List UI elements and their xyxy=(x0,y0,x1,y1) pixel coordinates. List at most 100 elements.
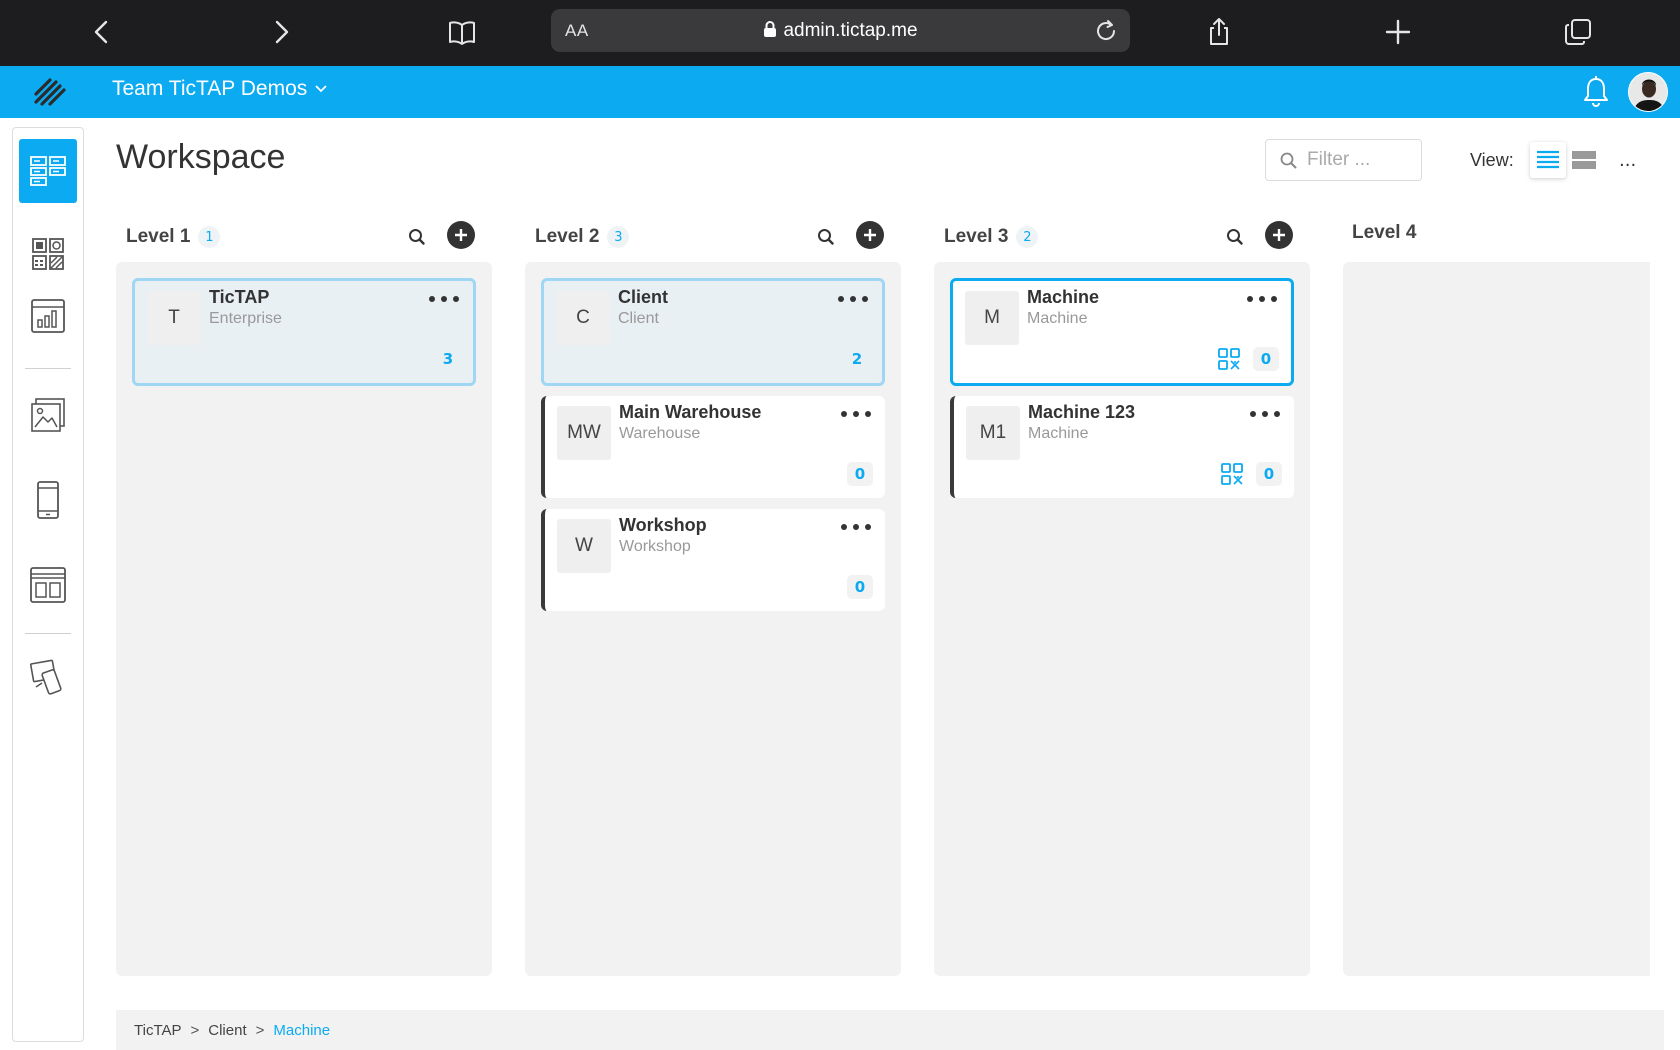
column-header-level-4: Level 4 xyxy=(1352,218,1416,248)
device-icon xyxy=(37,481,59,519)
dot-icon xyxy=(1262,411,1268,417)
user-avatar[interactable] xyxy=(1628,72,1668,112)
column-header-level-1: Level 1 1 xyxy=(126,222,221,252)
column-title: Level 1 xyxy=(126,226,191,247)
add-level-2-button[interactable] xyxy=(856,221,884,249)
column-search-icon[interactable] xyxy=(815,226,837,248)
column-search-icon[interactable] xyxy=(406,226,428,248)
reload-icon[interactable] xyxy=(1092,17,1120,45)
filter-input[interactable] xyxy=(1307,149,1407,171)
bell-icon[interactable] xyxy=(1580,75,1612,109)
qr-code-icon[interactable] xyxy=(1217,347,1241,371)
app-header: Team TicTAP Demos xyxy=(0,66,1680,118)
column-count-badge: 3 xyxy=(607,226,630,248)
card-avatar: T xyxy=(147,291,201,345)
card-children-count: 0 xyxy=(1256,462,1282,486)
card-avatar: W xyxy=(557,519,611,573)
dot-icon xyxy=(853,524,859,530)
card-children-count: 0 xyxy=(847,575,873,599)
column-header-level-3: Level 3 2 xyxy=(944,222,1039,252)
filter-box[interactable] xyxy=(1265,139,1422,181)
new-tab-button[interactable] xyxy=(1376,10,1420,54)
card-menu-button[interactable] xyxy=(429,289,459,309)
card-children-count: 3 xyxy=(442,350,454,368)
card-name: Machine xyxy=(1027,287,1100,307)
plus-icon xyxy=(455,229,467,241)
media-icon xyxy=(31,398,65,432)
card-type: Machine xyxy=(1028,425,1089,442)
card-type: Enterprise xyxy=(209,310,282,327)
breadcrumb-separator: > xyxy=(190,1021,200,1039)
dot-icon xyxy=(865,411,871,417)
add-level-1-button[interactable] xyxy=(447,221,475,249)
share-button[interactable] xyxy=(1197,10,1241,54)
column-search-icon[interactable] xyxy=(1224,226,1246,248)
dot-icon xyxy=(841,411,847,417)
breadcrumb-current: Machine xyxy=(273,1021,331,1039)
card-machine-123[interactable]: M1 Machine 123 Machine 0 xyxy=(950,396,1294,498)
sidebar-item-devices[interactable] xyxy=(19,468,77,532)
chevron-down-icon xyxy=(315,85,327,93)
card-type: Machine xyxy=(1027,310,1088,327)
plus-icon xyxy=(864,229,876,241)
column-title: Level 3 xyxy=(944,226,1009,247)
sidebar-item-layouts[interactable] xyxy=(19,553,77,617)
breadcrumb-item[interactable]: TicTAP xyxy=(134,1022,182,1039)
column-header-level-2: Level 2 3 xyxy=(535,222,630,252)
card-menu-button[interactable] xyxy=(1250,404,1280,424)
card-tictap[interactable]: T TicTAP Enterprise 3 xyxy=(132,278,476,386)
qr-code-icon[interactable] xyxy=(1220,462,1244,486)
dot-icon xyxy=(1274,411,1280,417)
column-level-2: C Client Client 2 MW Main Warehouse Ware… xyxy=(525,262,901,976)
back-button[interactable] xyxy=(80,10,124,54)
dot-icon xyxy=(1259,296,1265,302)
card-workshop[interactable]: W Workshop Workshop 0 xyxy=(541,509,885,611)
view-label: View: xyxy=(1470,150,1514,170)
sidebar-item-analytics[interactable] xyxy=(19,284,77,348)
more-options-button[interactable]: ... xyxy=(1619,150,1636,171)
forward-button[interactable] xyxy=(259,10,303,54)
sidebar xyxy=(12,127,84,1042)
tictap-logo-icon[interactable] xyxy=(30,72,70,112)
sidebar-item-connected-devices[interactable] xyxy=(19,645,77,709)
sidebar-divider xyxy=(25,368,71,369)
tabs-overview-button[interactable] xyxy=(1556,10,1600,54)
rows-view-icon xyxy=(1572,151,1596,169)
column-title: Level 4 xyxy=(1352,222,1417,243)
card-client[interactable]: C Client Client 2 xyxy=(541,278,885,386)
card-menu-button[interactable] xyxy=(1247,289,1277,309)
card-menu-button[interactable] xyxy=(838,289,868,309)
card-avatar: M1 xyxy=(966,406,1020,460)
breadcrumb: TicTAP > Client > Machine xyxy=(116,1010,1664,1050)
dot-icon xyxy=(853,411,859,417)
sidebar-item-qr-codes[interactable] xyxy=(19,222,77,286)
bookmarks-button[interactable] xyxy=(440,10,484,54)
address-bar[interactable]: AA admin.tictap.me xyxy=(551,9,1130,52)
card-menu-button[interactable] xyxy=(841,517,871,537)
sidebar-divider xyxy=(25,633,71,634)
add-level-3-button[interactable] xyxy=(1265,221,1293,249)
dot-icon xyxy=(1271,296,1277,302)
card-main-warehouse[interactable]: MW Main Warehouse Warehouse 0 xyxy=(541,396,885,498)
url-text: admin.tictap.me xyxy=(783,20,918,41)
plus-icon xyxy=(1273,229,1285,241)
sidebar-item-media[interactable] xyxy=(19,383,77,447)
card-machine[interactable]: M Machine Machine 0 xyxy=(950,278,1294,386)
card-type: Client xyxy=(618,310,659,327)
column-count-badge: 1 xyxy=(198,226,221,248)
layouts-icon xyxy=(30,567,66,603)
card-menu-button[interactable] xyxy=(841,404,871,424)
column-level-4 xyxy=(1343,262,1650,976)
share-icon xyxy=(1210,18,1228,45)
view-list-button[interactable] xyxy=(1530,142,1566,178)
user-photo-icon xyxy=(1629,73,1667,111)
sidebar-item-workspace[interactable] xyxy=(19,139,77,203)
view-rows-button[interactable] xyxy=(1566,142,1602,178)
team-switcher[interactable]: Team TicTAP Demos xyxy=(112,77,327,101)
breadcrumb-item[interactable]: Client xyxy=(208,1022,246,1039)
tabs-icon xyxy=(1565,19,1591,45)
card-children-count: 0 xyxy=(1253,347,1279,371)
card-name: TicTAP xyxy=(209,287,270,307)
card-children-count: 2 xyxy=(851,350,863,368)
browser-toolbar: AA admin.tictap.me xyxy=(0,0,1680,66)
